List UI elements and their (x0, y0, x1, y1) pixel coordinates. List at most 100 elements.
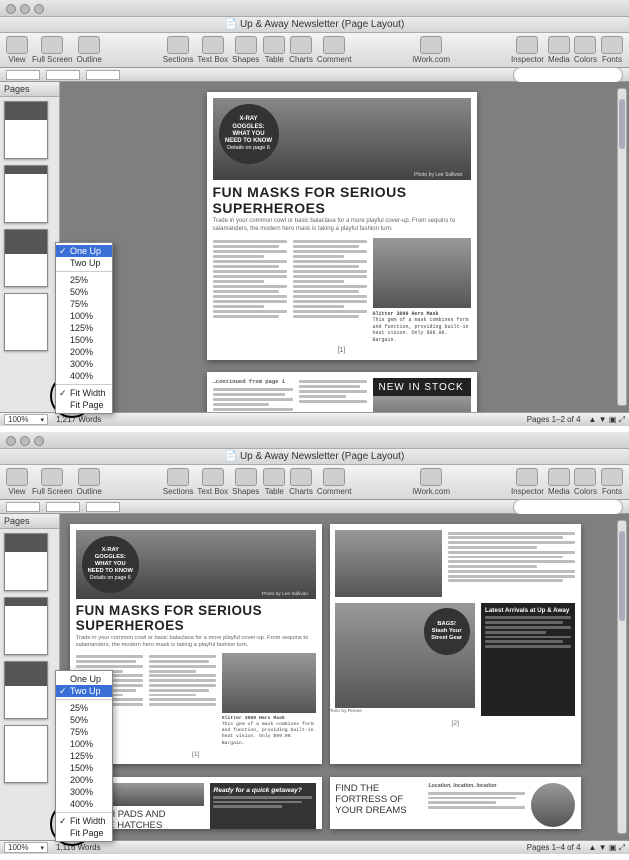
iwork-button[interactable]: iWork.com (412, 468, 450, 496)
page-thumbnail[interactable]: 3 (4, 661, 48, 719)
menu-item-200[interactable]: 200% (56, 774, 112, 786)
zoom-select[interactable]: 100% (4, 414, 48, 425)
zoom-icon[interactable] (34, 436, 44, 446)
size-select[interactable] (86, 70, 120, 80)
deck-text: Trade in your common cowl or basic balac… (76, 635, 316, 650)
menu-item-400[interactable]: 400% (56, 370, 112, 382)
menu-item-two-up[interactable]: Two Up (56, 257, 112, 269)
textbox-button[interactable]: Text Box (197, 468, 228, 496)
shapes-button[interactable]: Shapes (232, 36, 259, 64)
minimize-icon[interactable] (20, 4, 30, 14)
fullscreen-button[interactable]: Full Screen (32, 468, 72, 496)
search-input[interactable] (513, 67, 623, 83)
globe-image (531, 783, 575, 827)
document-canvas[interactable]: X-RAY GOGGLES: WHAT YOU NEED TO KNOWDeta… (60, 514, 629, 840)
menu-item-125[interactable]: 125% (56, 322, 112, 334)
menu-item-400[interactable]: 400% (56, 798, 112, 810)
menu-item-200[interactable]: 200% (56, 346, 112, 358)
zoom-icon[interactable] (34, 4, 44, 14)
zoom-menu[interactable]: One Up Two Up 25% 50% 75% 100% 125% 150%… (55, 242, 113, 414)
search-input[interactable] (513, 499, 623, 515)
page-thumbnail[interactable]: 1 (4, 101, 48, 159)
sidebar-header: Pages (0, 514, 59, 529)
pages-sidebar: Pages 1 2 3 4 (0, 514, 60, 840)
menu-item-25[interactable]: 25% (56, 274, 112, 286)
vertical-scrollbar[interactable] (617, 88, 627, 406)
menu-item-150[interactable]: 150% (56, 334, 112, 346)
inspector-button[interactable]: Inspector (511, 36, 544, 64)
menu-item-125[interactable]: 125% (56, 750, 112, 762)
font-select[interactable] (46, 502, 80, 512)
menu-item-fit-page[interactable]: Fit Page (56, 827, 112, 839)
app-window-two-up: 📄 Up & Away Newsletter (Page Layout) Vie… (0, 432, 629, 854)
colors-button[interactable]: Colors (574, 468, 597, 496)
media-button[interactable]: Media (548, 468, 570, 496)
menu-item-300[interactable]: 300% (56, 358, 112, 370)
page-thumbnail[interactable]: 2 (4, 597, 48, 655)
minimize-icon[interactable] (20, 436, 30, 446)
outline-button[interactable]: Outline (76, 468, 101, 496)
menu-item-fit-width[interactable]: Fit Width (56, 387, 112, 399)
zoom-menu[interactable]: One Up Two Up 25% 50% 75% 100% 125% 150%… (55, 670, 113, 842)
fonts-button[interactable]: Fonts (601, 36, 623, 64)
document-canvas[interactable]: X-RAY GOGGLES: WHAT YOU NEED TO KNOWDeta… (60, 82, 629, 412)
toolbar: View Full Screen Outline Sections Text B… (0, 465, 629, 500)
menu-item-fit-width[interactable]: Fit Width (56, 815, 112, 827)
shapes-button[interactable]: Shapes (232, 468, 259, 496)
style-select[interactable] (6, 70, 40, 80)
window-title: 📄 Up & Away Newsletter (Page Layout) (0, 449, 629, 465)
font-select[interactable] (46, 70, 80, 80)
table-button[interactable]: Table (263, 468, 285, 496)
table-button[interactable]: Table (263, 36, 285, 64)
media-button[interactable]: Media (548, 36, 570, 64)
iwork-button[interactable]: iWork.com (412, 36, 450, 64)
menu-item-two-up[interactable]: Two Up (56, 685, 112, 697)
menu-item-75[interactable]: 75% (56, 298, 112, 310)
size-select[interactable] (86, 502, 120, 512)
page-thumbnail[interactable]: 2 (4, 165, 48, 223)
page-thumbnail[interactable]: 4 (4, 725, 48, 783)
charts-button[interactable]: Charts (289, 36, 313, 64)
view-button[interactable]: View (6, 36, 28, 64)
page-range: Pages 1–2 of 4 (527, 415, 581, 424)
colors-button[interactable]: Colors (574, 36, 597, 64)
view-button[interactable]: View (6, 468, 28, 496)
page-number: [2] (335, 720, 575, 727)
menu-item-50[interactable]: 50% (56, 286, 112, 298)
charts-button[interactable]: Charts (289, 468, 313, 496)
close-icon[interactable] (6, 4, 16, 14)
menu-item-100[interactable]: 100% (56, 738, 112, 750)
sections-button[interactable]: Sections (163, 36, 194, 64)
menu-item-300[interactable]: 300% (56, 786, 112, 798)
word-count: 1,217 Words (56, 415, 101, 424)
menu-item-one-up[interactable]: One Up (56, 245, 112, 257)
page-thumbnail[interactable]: 1 (4, 533, 48, 591)
fullscreen-button[interactable]: Full Screen (32, 36, 72, 64)
page-thumbnail[interactable]: 3 (4, 229, 48, 287)
menu-item-150[interactable]: 150% (56, 762, 112, 774)
menu-item-50[interactable]: 50% (56, 714, 112, 726)
fonts-button[interactable]: Fonts (601, 468, 623, 496)
style-select[interactable] (6, 502, 40, 512)
textbox-button[interactable]: Text Box (197, 36, 228, 64)
comment-button[interactable]: Comment (317, 36, 352, 64)
inspector-button[interactable]: Inspector (511, 468, 544, 496)
vertical-scrollbar[interactable] (617, 520, 627, 834)
sections-button[interactable]: Sections (163, 468, 194, 496)
document-page-1: X-RAY GOGGLES: WHAT YOU NEED TO KNOWDeta… (207, 92, 477, 360)
document-page-4-partial: FIND THE FORTRESS OF YOUR DREAMS Locatio… (330, 777, 582, 829)
headline: FUN MASKS FOR SERIOUS SUPERHEROES (76, 603, 316, 633)
close-icon[interactable] (6, 436, 16, 446)
article-image (335, 530, 441, 597)
headline: FUN MASKS FOR SERIOUS SUPERHEROES (213, 184, 471, 216)
menu-item-one-up[interactable]: One Up (56, 673, 112, 685)
zoom-select[interactable]: 100% (4, 842, 48, 853)
menu-item-fit-page[interactable]: Fit Page (56, 399, 112, 411)
menu-item-100[interactable]: 100% (56, 310, 112, 322)
page-thumbnail[interactable]: 4 (4, 293, 48, 351)
outline-button[interactable]: Outline (76, 36, 101, 64)
menu-item-25[interactable]: 25% (56, 702, 112, 714)
menu-item-75[interactable]: 75% (56, 726, 112, 738)
format-bar (0, 500, 629, 514)
comment-button[interactable]: Comment (317, 468, 352, 496)
